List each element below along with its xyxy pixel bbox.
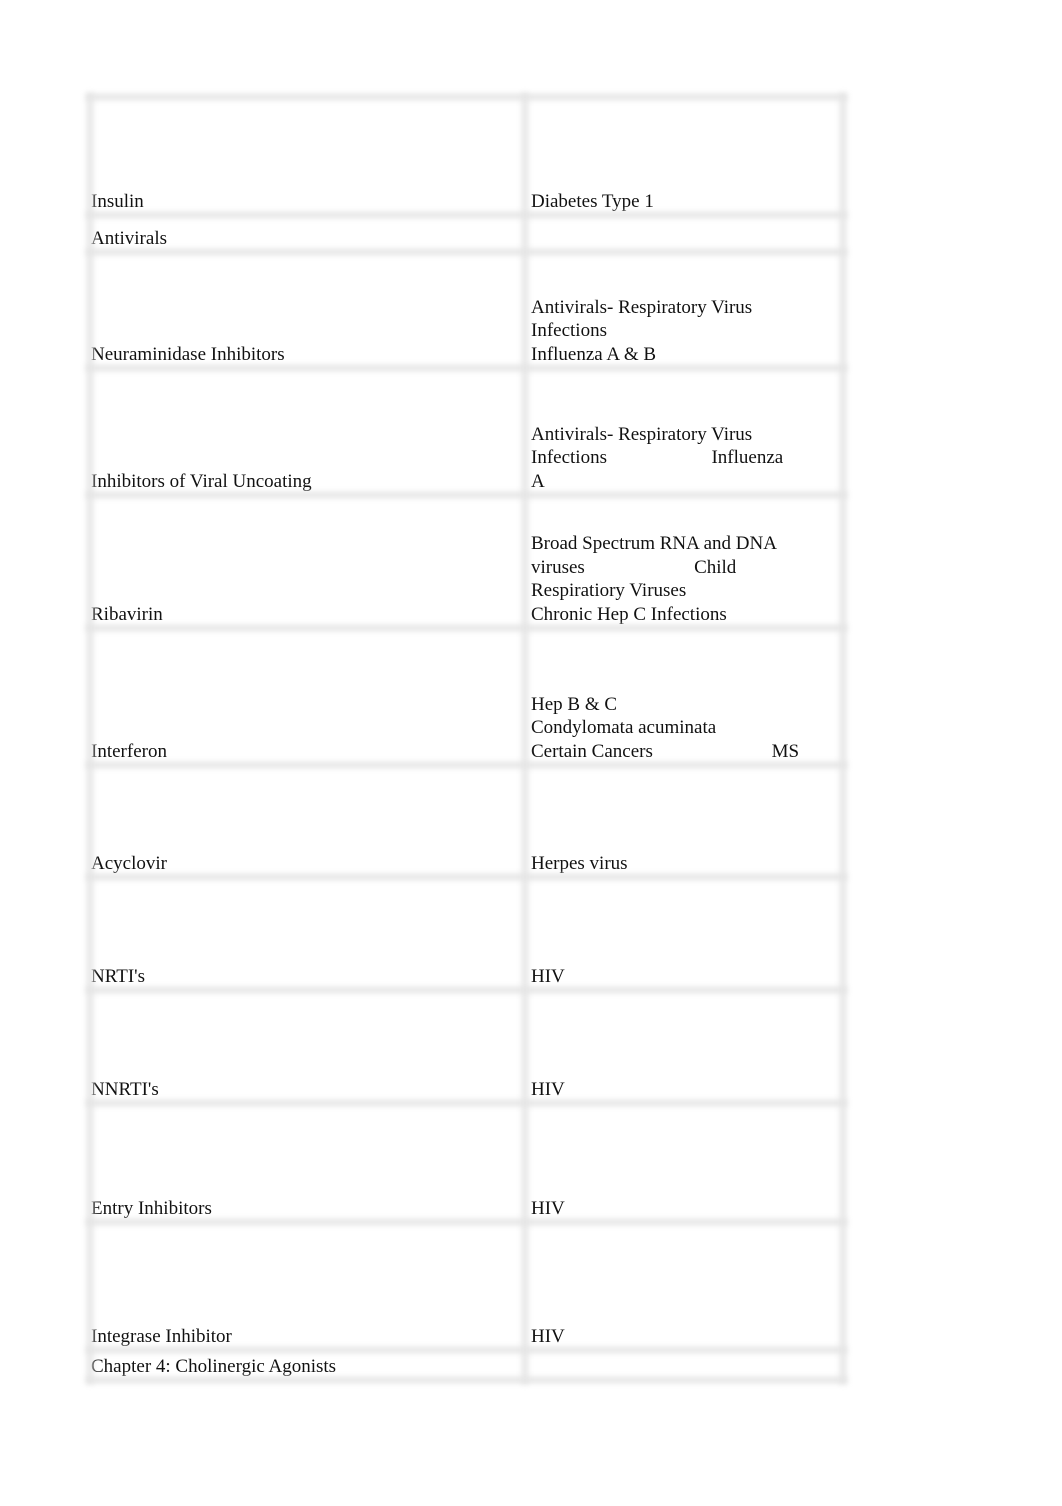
cell-text: Broad Spectrum RNA and DNA [531, 533, 777, 554]
indication-cell [525, 1350, 843, 1380]
indication-cell: HIV [525, 990, 843, 1103]
cell-text: Diabetes Type 1 [531, 190, 654, 212]
drug-class-cell: Insulin [90, 97, 525, 215]
table-row: Insulin Diabetes Type 1 [90, 97, 843, 215]
cell-text: A [531, 470, 545, 492]
drug-class-cell: Ribavirin [90, 495, 525, 628]
cell-text: Condylomata acuminata [531, 717, 717, 738]
drug-table: Insulin Diabetes Type 1 Antivirals Neuramin… [86, 93, 847, 1384]
cell-text: HIV [531, 965, 565, 987]
cell-text: Herpes virus [531, 852, 628, 874]
row-divider [86, 1100, 847, 1106]
cell-text: Infections [531, 320, 607, 341]
row-divider [86, 1347, 847, 1353]
row-divider [86, 1219, 847, 1225]
table-row: Interferon Hep B & C Condylomata acuminata… [90, 628, 843, 765]
cell-text: Influenza A & B [531, 343, 657, 365]
cell-text: Antivirals [91, 227, 167, 249]
cell-text: Acyclovir [91, 852, 167, 874]
cell-text: HIV [531, 1325, 565, 1347]
table-row: Antivirals [90, 215, 843, 252]
row-divider [86, 365, 847, 371]
cell-text: Hep B & C [531, 693, 618, 715]
table-row: Ribavirin Broad Spectrum RNA and DNA virus… [90, 495, 843, 628]
row-divider [86, 94, 847, 100]
indication-cell: Antivirals- Respiratory Virus Infections I… [525, 252, 843, 368]
table-row: Entry Inhibitors HIV [90, 1103, 843, 1222]
table-row: Chapter 4: Cholinergic Agonists [90, 1350, 843, 1380]
indication-cell: HIV [525, 1222, 843, 1350]
table-row: Integrase Inhibitor HIV [90, 1222, 843, 1350]
cell-text: Antivirals- Respiratory Virus [531, 423, 753, 445]
drug-class-cell: Neuraminidase Inhibitors [90, 252, 525, 368]
cell-text: Respiratiory Viruses [531, 580, 687, 601]
indication-cell: Diabetes Type 1 [525, 97, 843, 215]
drug-class-cell: Inhibitors of Viral Uncoating [90, 368, 525, 495]
table-row: Neuraminidase Inhibitors Antivirals- Resp… [90, 252, 843, 368]
indication-cell: Hep B & C Condylomata acuminata Certain Ca… [525, 628, 843, 765]
indication-cell: HIV [525, 1103, 843, 1222]
cell-text: HIV [531, 1078, 565, 1100]
cell-text: Chronic Hep C Infections [531, 603, 727, 625]
indication-cell: Herpes virus [525, 765, 843, 877]
row-divider [86, 987, 847, 993]
drug-class-cell: Antivirals [90, 215, 525, 252]
cell-text: NNRTI's [91, 1078, 159, 1100]
row-divider [86, 212, 847, 218]
drug-class-cell: Entry Inhibitors [90, 1103, 525, 1222]
drug-class-cell: Integrase Inhibitor [90, 1222, 525, 1350]
drug-class-cell: Chapter 4: Cholinergic Agonists [90, 1350, 525, 1380]
row-divider [86, 625, 847, 631]
indication-cell [525, 215, 843, 252]
cell-text: Antivirals- Respiratory Virus [531, 296, 753, 318]
drug-class-cell: NNRTI's [90, 990, 525, 1103]
column-divider [840, 93, 846, 1384]
cell-text: Ribavirin [91, 603, 163, 625]
row-divider [86, 1377, 847, 1383]
indication-cell: Broad Spectrum RNA and DNA viruses Child R… [525, 495, 843, 628]
column-divider [87, 93, 93, 1384]
table-row: NRTI's HIV [90, 877, 843, 990]
column-divider [522, 93, 528, 1384]
indication-cell: HIV [525, 877, 843, 990]
cell-text: Integrase Inhibitor [91, 1325, 232, 1347]
table-row: NNRTI's HIV [90, 990, 843, 1103]
cell-text: Interferon [91, 740, 167, 762]
table-row: Acyclovir Herpes virus [90, 765, 843, 877]
table-row: Inhibitors of Viral Uncoating Antivirals-… [90, 368, 843, 495]
cell-text: HIV [531, 1197, 565, 1219]
drug-class-cell: NRTI's [90, 877, 525, 990]
cell-text: Infections Influenza [531, 447, 784, 468]
row-divider [86, 249, 847, 255]
drug-class-cell: Interferon [90, 628, 525, 765]
cell-text: Entry Inhibitors [91, 1197, 212, 1219]
cell-text: Certain Cancers MS [531, 740, 800, 762]
cell-text: Inhibitors of Viral Uncoating [91, 470, 312, 492]
indication-cell: Antivirals- Respiratory Virus Infections … [525, 368, 843, 495]
cell-text: viruses Child [531, 556, 737, 578]
row-divider [86, 874, 847, 880]
cell-text: NRTI's [91, 965, 146, 987]
cell-text: Neuraminidase Inhibitors [91, 343, 285, 365]
cell-text: Insulin [91, 190, 144, 212]
row-divider [86, 762, 847, 768]
row-divider [86, 492, 847, 498]
drug-class-cell: Acyclovir [90, 765, 525, 877]
cell-text: Chapter 4: Cholinergic Agonists [91, 1355, 337, 1377]
